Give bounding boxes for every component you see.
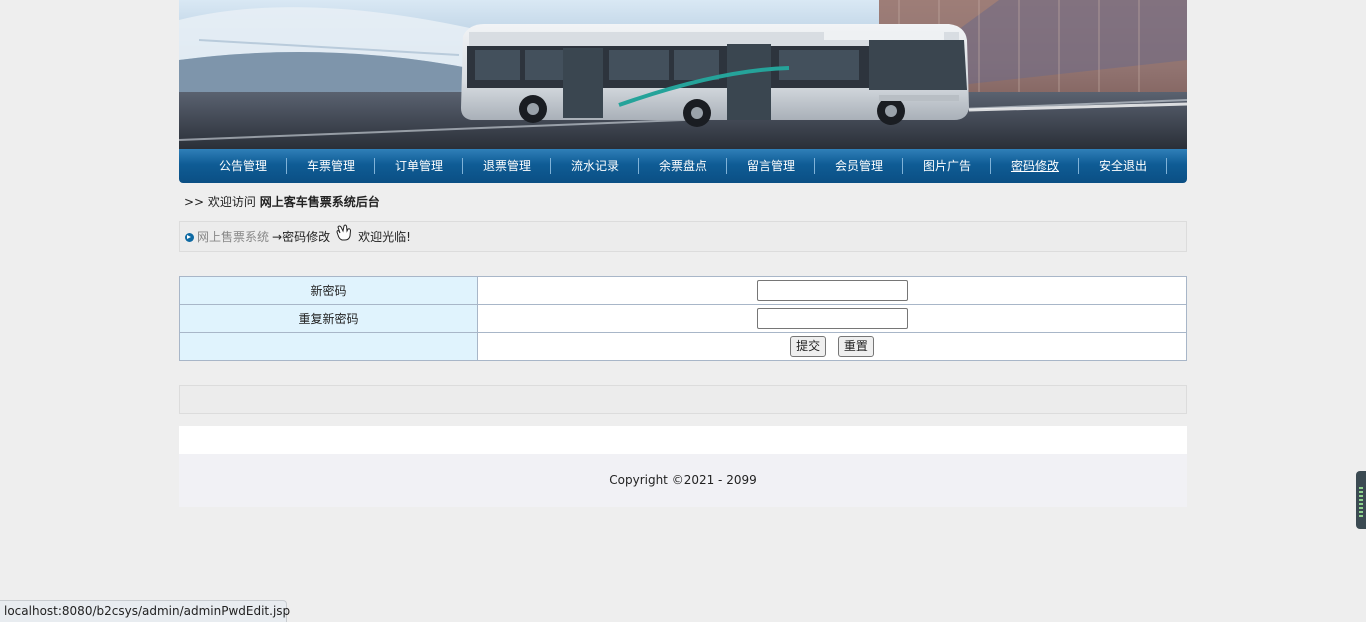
form-actions-cell: 提交 重置 (477, 332, 1187, 361)
nav-item-remaining-tickets[interactable]: 余票盘点 (639, 156, 727, 176)
main-nav: 公告管理 车票管理 订单管理 退票管理 流水记录 余票盘点 留言管理 会员管理 … (179, 149, 1187, 183)
nav-item-orders[interactable]: 订单管理 (375, 156, 463, 176)
page-container: 公告管理 车票管理 订单管理 退票管理 流水记录 余票盘点 留言管理 会员管理 … (179, 0, 1187, 507)
repeat-password-label: 重复新密码 (179, 304, 478, 333)
nav-item-change-password[interactable]: 密码修改 (991, 156, 1079, 176)
greeting-text: 欢迎光临! (358, 230, 411, 244)
new-password-input[interactable] (756, 280, 908, 301)
reset-button[interactable]: 重置 (837, 336, 874, 357)
footer-spacer (179, 426, 1187, 454)
empty-label-cell (179, 332, 478, 361)
side-panel-handle[interactable] (1356, 471, 1366, 529)
site-name: 网上客车售票系统后台 (259, 195, 380, 209)
header-banner-image (179, 0, 1187, 149)
breadcrumb-current: →密码修改 (272, 230, 331, 244)
nav-item-image-ads[interactable]: 图片广告 (903, 156, 991, 176)
browser-status-bar: localhost:8080/b2csys/admin/adminPwdEdit… (0, 600, 291, 622)
nav-item-refunds[interactable]: 退票管理 (463, 156, 551, 176)
breadcrumb-home-link[interactable]: 网上售票系统 (197, 228, 269, 245)
nav-item-announcements[interactable]: 公告管理 (199, 156, 287, 176)
copyright-footer: Copyright ©2021 - 2099 (179, 454, 1187, 507)
copyright-text: Copyright ©2021 - 2099 (609, 473, 757, 487)
nav-item-tickets[interactable]: 车票管理 (287, 156, 375, 176)
nav-item-messages[interactable]: 留言管理 (727, 156, 815, 176)
submit-button[interactable]: 提交 (790, 336, 827, 357)
table-row: 重复新密码 (179, 304, 1187, 333)
welcome-line: >> 欢迎访问 网上客车售票系统后台 (179, 183, 1187, 221)
table-row: 提交 重置 (179, 332, 1187, 361)
arrow-bullet-icon (185, 233, 194, 242)
content-footer-bar (179, 385, 1187, 414)
breadcrumb: 网上售票系统 →密码修改 欢迎光临! (179, 221, 1187, 252)
nav-item-transactions[interactable]: 流水记录 (551, 156, 639, 176)
password-form-table: 新密码 重复新密码 提交 重置 (179, 276, 1187, 361)
new-password-cell (477, 276, 1187, 305)
repeat-password-cell (477, 304, 1187, 333)
bus-banner-illustration (179, 0, 1187, 149)
welcome-prefix: >> 欢迎访问 (184, 195, 260, 209)
status-url: localhost:8080/b2csys/admin/adminPwdEdit… (4, 604, 291, 618)
repeat-password-input[interactable] (756, 308, 908, 329)
new-password-label: 新密码 (179, 276, 478, 305)
nav-item-members[interactable]: 会员管理 (815, 156, 903, 176)
table-row: 新密码 (179, 276, 1187, 305)
pointing-hand-icon (336, 224, 352, 240)
nav-item-logout[interactable]: 安全退出 (1079, 156, 1167, 176)
